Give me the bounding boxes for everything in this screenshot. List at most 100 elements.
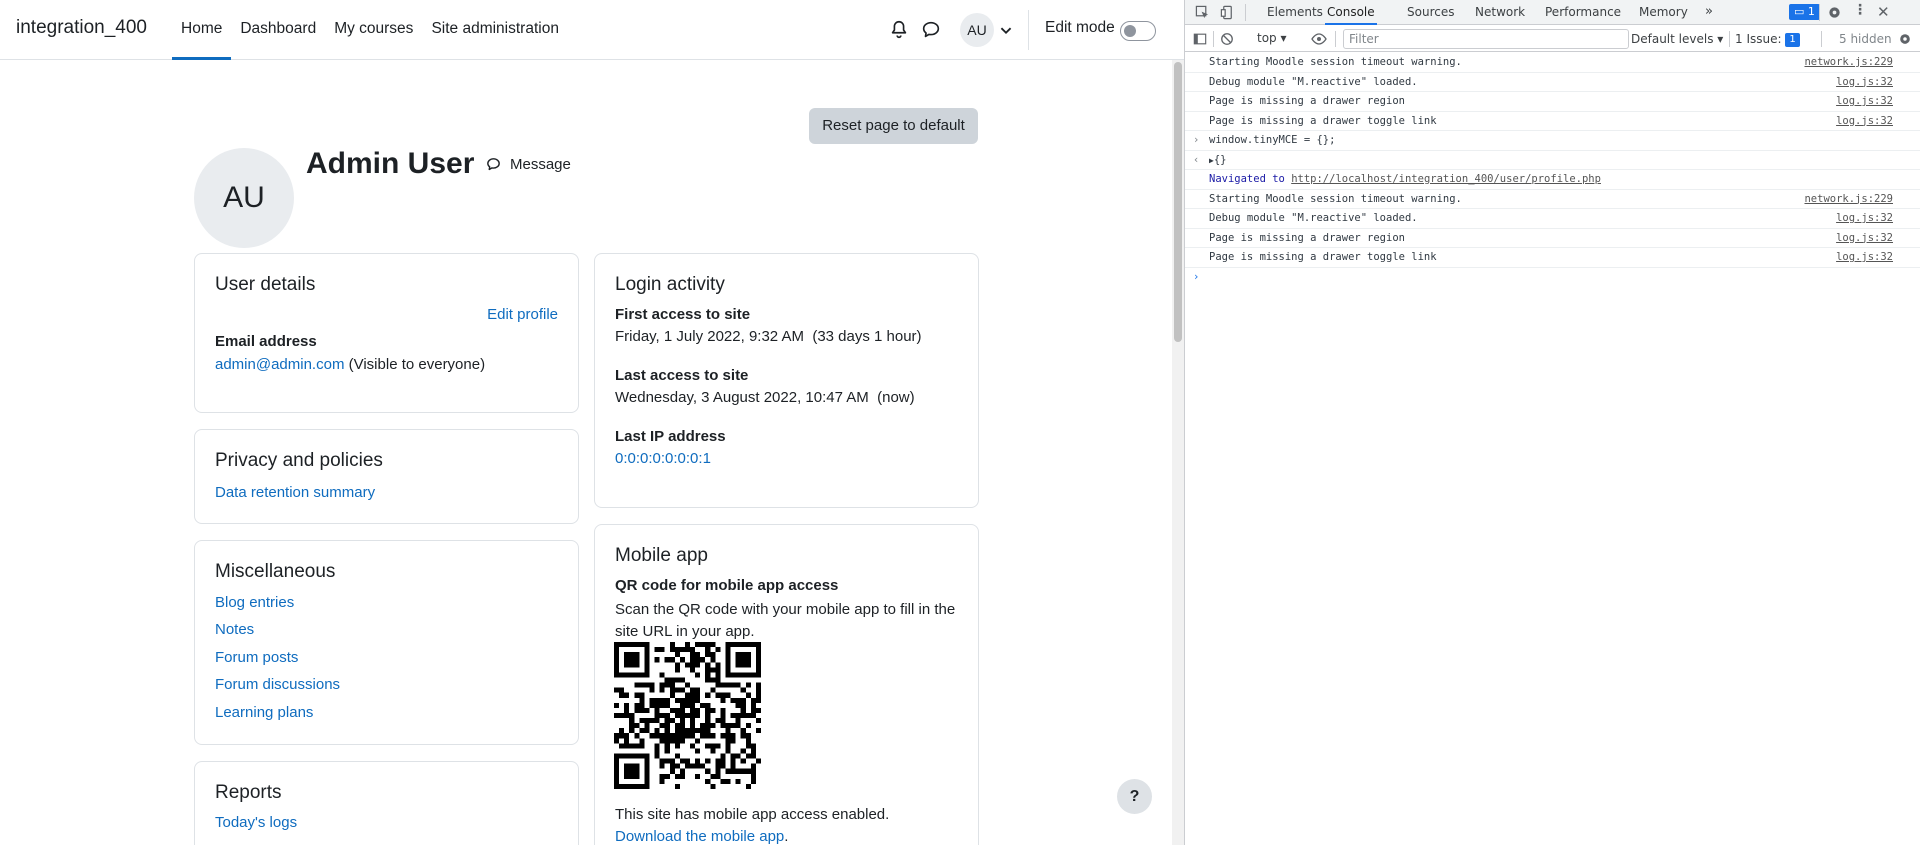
qr-instructions: Scan the QR code with your mobile app to…	[615, 601, 956, 640]
help-button[interactable]: ?	[1117, 779, 1152, 814]
chat-icon[interactable]	[920, 19, 942, 41]
console-message: Page is missing a drawer toggle link log.…	[1185, 248, 1920, 268]
console-message: Debug module "M.reactive" loaded. log.js:…	[1185, 209, 1920, 229]
download-row: Download the mobile app.	[615, 828, 788, 845]
devtools-panel: Elements Console Sources Network Perform…	[1184, 0, 1920, 845]
download-app-link[interactable]: Download the mobile app	[615, 828, 784, 845]
console-text: Page is missing a drawer region	[1209, 95, 1405, 107]
console-message: Starting Moodle session timeout warning.…	[1185, 53, 1920, 73]
console-result[interactable]: ‹ ▶{}	[1185, 151, 1920, 170]
email-row: admin@admin.com (Visible to everyone)	[215, 356, 485, 373]
blog-entries-link[interactable]: Blog entries	[215, 594, 294, 611]
close-devtools-icon[interactable]: ✕	[1877, 3, 1890, 21]
edit-mode-label: Edit mode	[1045, 19, 1115, 36]
message-button[interactable]: Message	[485, 156, 571, 173]
source-link[interactable]: log.js:32	[1836, 248, 1893, 267]
tab-network[interactable]: Network	[1475, 0, 1525, 25]
user-details-card: User details Edit profile Email address …	[194, 253, 579, 413]
console-message: Page is missing a drawer region log.js:32	[1185, 229, 1920, 248]
tab-sources[interactable]: Sources	[1407, 0, 1454, 25]
toolbar-divider	[1821, 31, 1822, 47]
source-link[interactable]: log.js:32	[1836, 229, 1893, 248]
input-chevron-icon: ›	[1193, 134, 1200, 146]
issues-badge: 1	[1785, 32, 1800, 47]
tab-memory[interactable]: Memory	[1639, 0, 1688, 25]
device-toolbar-icon[interactable]	[1220, 5, 1235, 20]
login-activity-card: Login activity First access to site Frid…	[594, 253, 979, 508]
console-toolbar: top ▾ Filter Default levels ▾ 1 Issue: 1…	[1185, 26, 1920, 52]
clear-console-icon[interactable]	[1220, 32, 1234, 46]
console-output: Starting Moodle session timeout warning.…	[1185, 53, 1920, 287]
chevron-down-icon[interactable]	[998, 19, 1014, 41]
learning-plans-link[interactable]: Learning plans	[215, 704, 313, 721]
source-link[interactable]: network.js:229	[1804, 190, 1893, 209]
nav-home[interactable]: Home	[172, 0, 232, 60]
nav-dashboard[interactable]: Dashboard	[231, 0, 325, 60]
page-scrollbar[interactable]	[1172, 60, 1184, 845]
messages-badge[interactable]: ▭ 1	[1789, 4, 1820, 20]
email-label: Email address	[215, 333, 317, 350]
sidebar-toggle-icon[interactable]	[1193, 32, 1207, 46]
last-ip-link[interactable]: 0:0:0:0:0:0:0:1	[615, 450, 711, 467]
source-link[interactable]: log.js:32	[1836, 209, 1893, 228]
tab-elements[interactable]: Elements	[1267, 0, 1323, 25]
console-text: window.tinyMCE = {};	[1209, 134, 1336, 146]
console-text: Starting Moodle session timeout warning.	[1209, 192, 1462, 205]
miscellaneous-card: Miscellaneous Blog entries Notes Forum p…	[194, 540, 579, 745]
source-link[interactable]: log.js:32	[1836, 73, 1893, 92]
console-text: {}	[1213, 153, 1227, 166]
toolbar-divider	[1213, 31, 1214, 47]
reset-page-button[interactable]: Reset page to default	[809, 108, 978, 144]
forum-discussions-link[interactable]: Forum discussions	[215, 676, 340, 693]
scrollbar-thumb[interactable]	[1174, 62, 1182, 342]
kebab-menu-icon[interactable]: ⋮	[1853, 2, 1867, 18]
message-label: Message	[510, 156, 571, 173]
page-title: Admin User	[306, 147, 475, 180]
bell-icon[interactable]	[888, 19, 910, 41]
user-avatar[interactable]: AU	[960, 13, 994, 47]
site-brand[interactable]: integration_400	[16, 17, 147, 39]
tab-divider	[1245, 4, 1246, 21]
log-levels-dropdown[interactable]: Default levels ▾	[1631, 32, 1723, 46]
last-access-label: Last access to site	[615, 367, 749, 384]
tab-performance[interactable]: Performance	[1545, 0, 1621, 25]
card-title: Login activity	[615, 274, 725, 295]
navigated-url-link[interactable]: http://localhost/integration_400/user/pr…	[1291, 173, 1601, 185]
privacy-card: Privacy and policies Data retention summ…	[194, 429, 579, 524]
download-suffix: .	[784, 828, 789, 845]
source-link[interactable]: log.js:32	[1836, 92, 1893, 111]
console-prompt[interactable]: ›	[1185, 268, 1920, 288]
issues-counter[interactable]: 1 Issue: 1	[1735, 32, 1800, 47]
nav-my-courses[interactable]: My courses	[325, 0, 422, 60]
context-selector[interactable]: top ▾	[1257, 31, 1287, 45]
todays-logs-link[interactable]: Today's logs	[215, 814, 297, 831]
console-filter-input[interactable]: Filter	[1343, 29, 1629, 49]
data-retention-link[interactable]: Data retention summary	[215, 484, 375, 501]
source-link[interactable]: log.js:32	[1836, 112, 1893, 131]
navbar-divider	[1028, 10, 1029, 50]
last-access-value: Wednesday, 3 August 2022, 10:47 AM (now)	[615, 389, 915, 406]
last-ip-label: Last IP address	[615, 428, 726, 445]
more-tabs-icon[interactable]: »	[1705, 0, 1713, 25]
email-visibility: (Visible to everyone)	[348, 356, 486, 373]
console-text: Debug module "M.reactive" loaded.	[1209, 75, 1418, 88]
console-message: Page is missing a drawer toggle link log.…	[1185, 112, 1920, 131]
edit-mode-toggle[interactable]	[1120, 21, 1156, 41]
email-link[interactable]: admin@admin.com	[215, 356, 344, 373]
notes-link[interactable]: Notes	[215, 621, 254, 638]
moodle-page: integration_400 Home Dashboard My course…	[0, 0, 1185, 845]
live-expression-eye-icon[interactable]	[1311, 32, 1327, 46]
toggle-knob	[1124, 25, 1136, 37]
inspect-element-icon[interactable]	[1195, 5, 1210, 20]
card-title: Mobile app	[615, 545, 708, 566]
forum-posts-link[interactable]: Forum posts	[215, 649, 298, 666]
navigated-prefix: Navigated to	[1209, 173, 1285, 185]
edit-profile-link[interactable]: Edit profile	[487, 306, 558, 323]
console-settings-gear-icon[interactable]	[1898, 32, 1912, 46]
console-input-echo: › window.tinyMCE = {};	[1185, 131, 1920, 151]
source-link[interactable]: network.js:229	[1804, 53, 1893, 72]
tab-console[interactable]: Console	[1325, 0, 1377, 25]
nav-site-administration[interactable]: Site administration	[422, 0, 568, 60]
settings-gear-icon[interactable]	[1827, 5, 1842, 20]
reports-card: Reports Today's logs	[194, 761, 579, 845]
